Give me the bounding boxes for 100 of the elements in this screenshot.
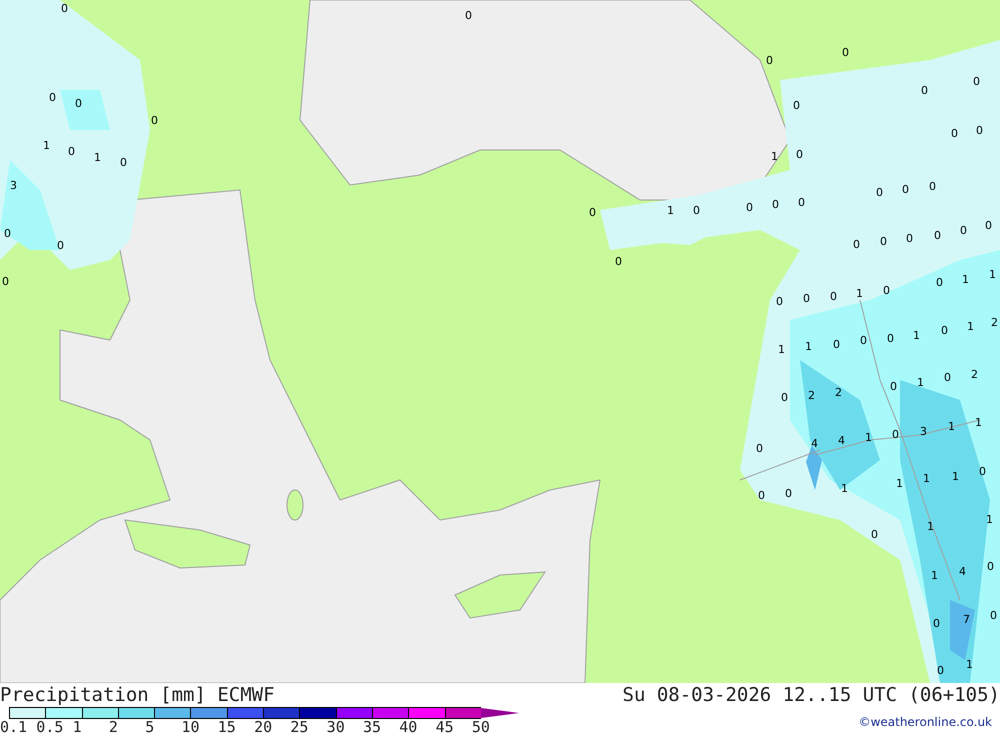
precipitation-value: 0 [756, 442, 763, 455]
precipitation-value: 4 [959, 565, 966, 578]
precipitation-value: 1 [967, 320, 974, 333]
precipitation-value: 2 [808, 389, 815, 402]
precipitation-value: 0 [589, 206, 596, 219]
precipitation-value: 0 [120, 156, 127, 169]
precipitation-value: 0 [776, 295, 783, 308]
precipitation-value: 0 [960, 224, 967, 237]
precipitation-value: 0 [465, 9, 472, 22]
precipitation-value: 0 [75, 97, 82, 110]
precipitation-value: 1 [962, 273, 969, 286]
precipitation-value: 0 [987, 560, 994, 573]
precipitation-value: 0 [766, 54, 773, 67]
precipitation-value: 0 [853, 238, 860, 251]
precipitation-value: 1 [923, 472, 930, 485]
precipitation-value: 0 [902, 183, 909, 196]
precipitation-value: 2 [971, 368, 978, 381]
scale-tick-label: 45 [436, 720, 455, 733]
precipitation-value: 0 [941, 324, 948, 337]
precipitation-value: 0 [979, 465, 986, 478]
scale-tick-label: 5 [145, 720, 156, 733]
precipitation-value: 0 [944, 371, 951, 384]
scale-tick-label: 25 [290, 720, 310, 733]
map-title: Precipitation [mm] ECMWF [0, 684, 275, 706]
precipitation-value: 1 [927, 520, 934, 533]
precipitation-value: 0 [793, 99, 800, 112]
precipitation-value: 0 [929, 180, 936, 193]
precipitation-value: 0 [973, 75, 980, 88]
precipitation-value: 0 [830, 290, 837, 303]
precipitation-value: 1 [778, 343, 785, 356]
scale-tick-label: 1 [72, 720, 83, 733]
precipitation-value: 1 [948, 420, 955, 433]
precipitation-value: 1 [966, 658, 973, 671]
precipitation-value: 0 [2, 275, 9, 288]
precipitation-value: 7 [963, 613, 970, 626]
precipitation-value: 1 [94, 151, 101, 164]
scale-tick-label: 0.5 [36, 720, 64, 733]
precipitation-value: 1 [952, 470, 959, 483]
precipitation-value: 0 [772, 198, 779, 211]
precipitation-value: 2 [835, 386, 842, 399]
precipitation-value: 0 [842, 46, 849, 59]
precipitation-value: 0 [883, 284, 890, 297]
precipitation-value: 0 [61, 2, 68, 15]
precipitation-value: 0 [936, 276, 943, 289]
precipitation-value: 1 [841, 482, 848, 495]
precipitation-value: 3 [10, 179, 17, 192]
precipitation-value: 0 [937, 664, 944, 677]
precipitation-value: 0 [4, 227, 11, 240]
precipitation-value: 0 [921, 84, 928, 97]
precipitation-value: 1 [865, 431, 872, 444]
precipitation-value: 0 [906, 232, 913, 245]
precipitation-value: 0 [951, 127, 958, 140]
precipitation-value: 0 [615, 255, 622, 268]
precipitation-value: 1 [986, 513, 993, 526]
precipitation-value: 0 [976, 124, 983, 137]
precipitation-value: 1 [805, 340, 812, 353]
precipitation-value: 0 [798, 196, 805, 209]
precipitation-value: 1 [771, 150, 778, 163]
scale-tick-label: 50 [472, 720, 491, 733]
precipitation-value: 4 [811, 437, 818, 450]
precipitation-value: 0 [880, 235, 887, 248]
precipitation-value: 0 [985, 219, 992, 232]
scale-tick-label: 40 [399, 720, 418, 733]
precipitation-value: 0 [890, 380, 897, 393]
scale-tick-label: 10 [181, 720, 201, 733]
precipitation-value: 0 [871, 528, 878, 541]
valid-time: Su 08-03-2026 12..15 UTC (06+105) [622, 684, 1000, 706]
precipitation-value: 0 [934, 229, 941, 242]
precipitation-value: 4 [838, 434, 845, 447]
precipitation-value: 0 [693, 204, 700, 217]
scale-tick-label: 2 [108, 720, 119, 733]
precipitation-value: 0 [796, 148, 803, 161]
precipitation-value: 0 [803, 292, 810, 305]
precipitation-value: 1 [989, 268, 996, 281]
scale-tick-label: 20 [254, 720, 274, 733]
precipitation-value: 0 [887, 332, 894, 345]
scale-tick-label: 35 [362, 720, 382, 733]
precipitation-value: 1 [931, 569, 938, 582]
scale-tick-label: 15 [218, 720, 237, 733]
precipitation-value: 0 [68, 145, 75, 158]
precipitation-value: 0 [49, 91, 56, 104]
credit-link[interactable]: ©weatheronline.co.uk [858, 715, 992, 729]
precipitation-value: 0 [990, 609, 997, 622]
precipitation-value: 0 [785, 487, 792, 500]
precipitation-value: 0 [746, 201, 753, 214]
precipitation-value: 0 [860, 334, 867, 347]
precipitation-value: 2 [991, 316, 998, 329]
precipitation-value: 0 [781, 391, 788, 404]
scale-tick-label: 30 [326, 720, 346, 733]
precipitation-value: 1 [896, 477, 903, 490]
precipitation-value: 0 [758, 489, 765, 502]
precipitation-value: 1 [913, 329, 920, 342]
precipitation-value: 0 [876, 186, 883, 199]
precipitation-value: 1 [856, 287, 863, 300]
precipitation-value: 0 [833, 338, 840, 351]
scale-tick-label: 0.1 [0, 720, 28, 733]
precipitation-value: 1 [917, 376, 924, 389]
precipitation-value: 1 [975, 416, 982, 429]
precipitation-value: 0 [57, 239, 64, 252]
precipitation-value: 0 [933, 617, 940, 630]
